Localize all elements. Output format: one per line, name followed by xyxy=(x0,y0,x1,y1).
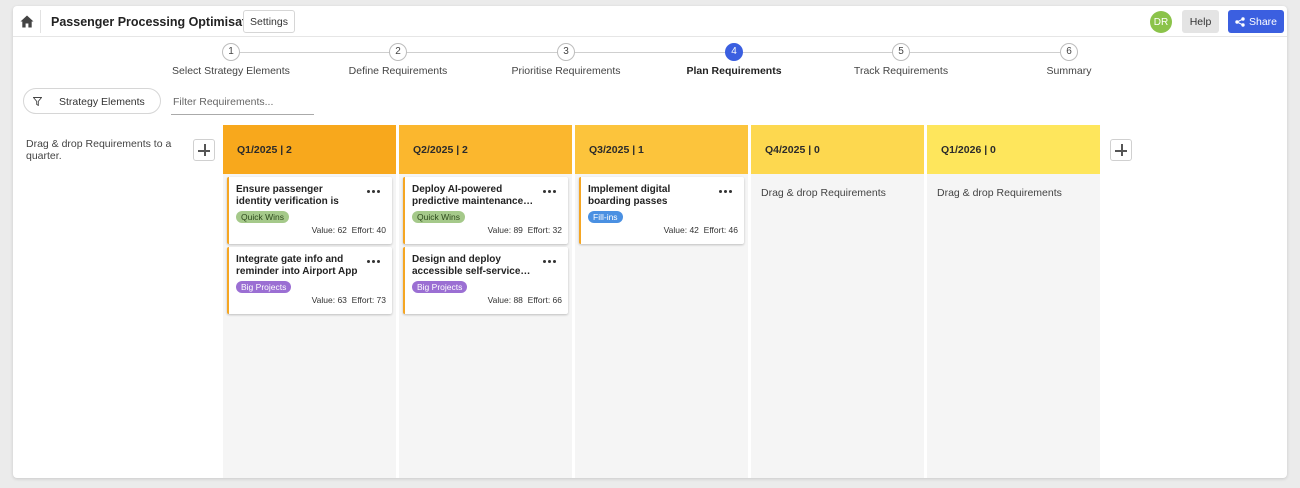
effort-metric: Effort: 40 xyxy=(351,225,386,235)
step-select-strategy-elements[interactable]: 1 Select Strategy Elements xyxy=(146,43,316,77)
category-badge: Quick Wins xyxy=(412,211,465,223)
step-plan-requirements[interactable]: 4 Plan Requirements xyxy=(649,43,819,77)
card-metrics: Value: 62 Effort: 40 xyxy=(312,225,386,235)
quarter-column-q1-2026[interactable]: Q1/2026 | 0 Drag & drop Requirements xyxy=(927,125,1100,478)
step-label: Define Requirements xyxy=(348,65,448,77)
app-window: Passenger Processing Optimisation Settin… xyxy=(13,6,1287,478)
requirement-title: Implement digital boarding passes integr… xyxy=(588,184,671,207)
quarter-header: Q3/2025 | 1 xyxy=(575,125,748,174)
step-label: Plan Requirements xyxy=(686,65,782,77)
more-options-icon[interactable] xyxy=(543,260,556,264)
category-badge: Fill-ins xyxy=(588,211,623,223)
filter-icon xyxy=(33,97,42,106)
effort-metric: Effort: 66 xyxy=(527,295,562,305)
share-icon xyxy=(1235,16,1245,27)
more-options-icon[interactable] xyxy=(367,190,380,194)
share-button[interactable]: Share xyxy=(1228,10,1284,33)
page-title: Passenger Processing Optimisation xyxy=(51,15,265,29)
value-metric: Value: 62 xyxy=(311,225,347,235)
step-label: Prioritise Requirements xyxy=(511,65,621,77)
requirement-card[interactable]: Deploy AI-powered predictive maintenance… xyxy=(403,177,568,244)
effort-metric: Effort: 73 xyxy=(351,295,386,305)
effort-metric: Effort: 32 xyxy=(527,225,562,235)
add-quarter-after-button[interactable] xyxy=(1110,139,1132,161)
strategy-elements-filter-button[interactable]: Strategy Elements xyxy=(23,88,161,114)
step-number: 1 xyxy=(222,43,240,61)
quarter-column-q4-2025[interactable]: Q4/2025 | 0 Drag & drop Requirements xyxy=(751,125,924,478)
step-define-requirements[interactable]: 2 Define Requirements xyxy=(313,43,483,77)
empty-drop-hint: Drag & drop Requirements xyxy=(761,187,886,199)
step-number: 5 xyxy=(892,43,910,61)
settings-button[interactable]: Settings xyxy=(243,10,295,33)
help-button[interactable]: Help xyxy=(1182,10,1219,33)
divider xyxy=(40,10,41,33)
quarter-column-q2-2025[interactable]: Q2/2025 | 2 Deploy AI-powered predictive… xyxy=(399,125,572,478)
step-number: 4 xyxy=(725,43,743,61)
value-metric: Value: 42 xyxy=(663,225,699,235)
more-options-icon[interactable] xyxy=(543,190,556,194)
quarter-header: Q4/2025 | 0 xyxy=(751,125,924,174)
step-prioritise-requirements[interactable]: 3 Prioritise Requirements xyxy=(481,43,651,77)
step-summary[interactable]: 6 Summary xyxy=(984,43,1154,77)
value-metric: Value: 89 xyxy=(487,225,523,235)
add-quarter-before-button[interactable] xyxy=(193,139,215,161)
card-metrics: Value: 89 Effort: 32 xyxy=(488,225,562,235)
progress-stepper: 1 Select Strategy Elements 2 Define Requ… xyxy=(13,43,1287,83)
step-number: 6 xyxy=(1060,43,1078,61)
value-metric: Value: 63 xyxy=(311,295,347,305)
requirement-card[interactable]: Ensure passenger identity verification i… xyxy=(227,177,392,244)
card-list: Implement digital boarding passes integr… xyxy=(575,174,748,244)
card-metrics: Value: 42 Effort: 46 xyxy=(664,225,738,235)
value-metric: Value: 88 xyxy=(487,295,523,305)
quarter-header: Q1/2025 | 2 xyxy=(223,125,396,174)
requirement-title: Ensure passenger identity verification i… xyxy=(236,184,339,207)
step-label: Track Requirements xyxy=(853,65,949,77)
requirement-title: Deploy AI-powered predictive maintenance… xyxy=(412,184,534,207)
quarter-column-q1-2025[interactable]: Q1/2025 | 2 Ensure passenger identity ve… xyxy=(223,125,396,478)
empty-drop-hint: Drag & drop Requirements xyxy=(937,187,1062,199)
top-bar: Passenger Processing Optimisation Settin… xyxy=(13,6,1287,37)
card-metrics: Value: 88 Effort: 66 xyxy=(488,295,562,305)
more-options-icon[interactable] xyxy=(719,190,732,194)
requirement-card[interactable]: Implement digital boarding passes integr… xyxy=(579,177,744,244)
quarter-column-q3-2025[interactable]: Q3/2025 | 1 Implement digital boarding p… xyxy=(575,125,748,478)
home-icon[interactable] xyxy=(20,15,34,28)
step-track-requirements[interactable]: 5 Track Requirements xyxy=(816,43,986,77)
card-metrics: Value: 63 Effort: 73 xyxy=(312,295,386,305)
step-number: 2 xyxy=(389,43,407,61)
requirement-card[interactable]: Design and deploy accessible self-servic… xyxy=(403,247,568,314)
category-badge: Big Projects xyxy=(412,281,468,293)
requirement-title: Design and deploy accessible self-servic… xyxy=(412,254,531,277)
card-list: Deploy AI-powered predictive maintenance… xyxy=(399,174,572,314)
category-badge: Quick Wins xyxy=(236,211,289,223)
drag-hint-text: Drag & drop Requirements to a quarter. xyxy=(26,138,172,162)
category-badge: Big Projects xyxy=(236,281,292,293)
more-options-icon[interactable] xyxy=(367,260,380,264)
effort-metric: Effort: 46 xyxy=(703,225,738,235)
requirement-card[interactable]: Integrate gate info and reminder into Ai… xyxy=(227,247,392,314)
card-list: Ensure passenger identity verification i… xyxy=(223,174,396,314)
avatar[interactable]: DR xyxy=(1150,11,1172,33)
share-label: Share xyxy=(1248,15,1278,28)
step-label: Select Strategy Elements xyxy=(172,65,290,77)
quarter-header: Q2/2025 | 2 xyxy=(399,125,572,174)
filter-requirements-input[interactable] xyxy=(171,90,314,115)
step-number: 3 xyxy=(557,43,575,61)
step-label: Summary xyxy=(1046,65,1092,77)
strategy-elements-label: Strategy Elements xyxy=(59,96,145,108)
quarter-header: Q1/2026 | 0 xyxy=(927,125,1100,174)
requirement-title: Integrate gate info and reminder into Ai… xyxy=(236,254,358,277)
